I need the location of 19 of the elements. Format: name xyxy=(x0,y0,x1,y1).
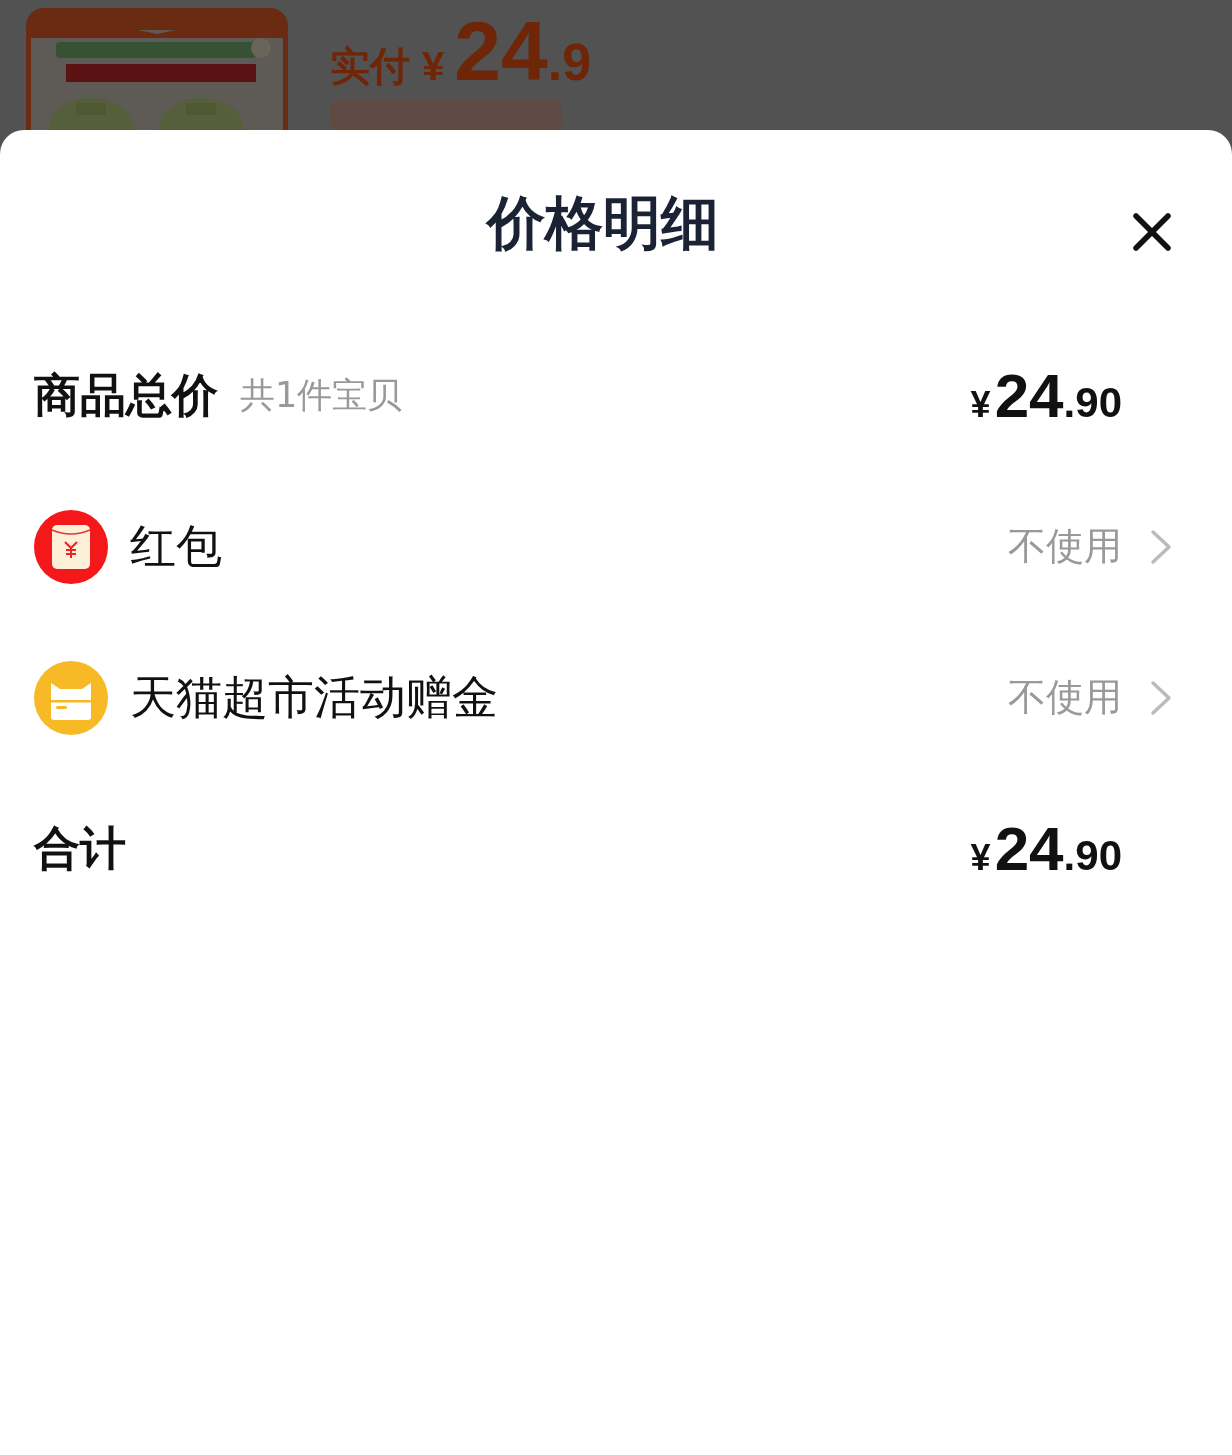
item-count: 共1件宝贝 xyxy=(240,374,403,417)
option-value[interactable]: 不使用 xyxy=(1008,521,1122,572)
option-value[interactable]: 不使用 xyxy=(1008,672,1122,723)
row-label: 红包 xyxy=(130,517,222,575)
chevron-icon[interactable] xyxy=(1150,679,1172,716)
row-label: 商品总价 xyxy=(34,366,218,424)
sheet-title: 价格明细 xyxy=(487,188,719,259)
price-amount: ¥24.90 xyxy=(970,360,1122,431)
envelope-icon xyxy=(34,509,108,584)
paid-label: 实付 xyxy=(330,43,410,90)
price-decimal: .9 xyxy=(547,33,592,92)
cat-card-icon xyxy=(34,660,108,735)
close-icon[interactable] xyxy=(1132,212,1172,252)
price-integer: 24 xyxy=(454,8,548,94)
chevron-icon[interactable] xyxy=(1150,528,1172,565)
row-label: 天猫超市活动赠金 xyxy=(130,668,498,726)
row-label: 合计 xyxy=(34,819,126,877)
currency-sign: ¥ xyxy=(422,44,445,89)
price-amount: ¥24.90 xyxy=(970,813,1122,884)
